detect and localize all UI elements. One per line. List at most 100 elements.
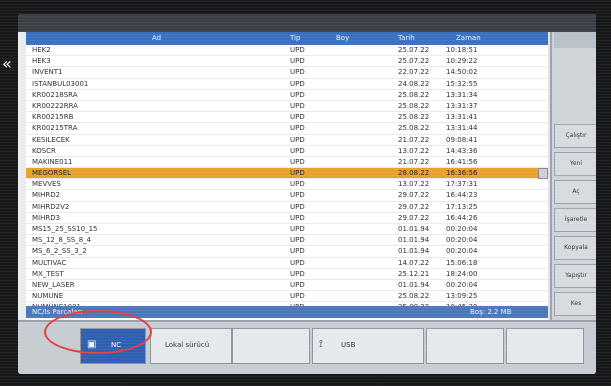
row-time: 16:44:26	[446, 213, 478, 222]
row-time: 16:41:56	[446, 157, 478, 166]
row-name: NUMUNE	[32, 292, 64, 301]
right-softkey-1[interactable]: Çalıştır	[554, 124, 596, 148]
softkey-empty-3[interactable]	[506, 328, 584, 364]
table-row[interactable]: INVENT1 UPD 22.07.22 14:50:02	[26, 67, 548, 79]
table-row[interactable]: MAKINE011 UPD 21.07.22 16:41:56	[26, 157, 548, 169]
row-time: 17:13:25	[446, 202, 478, 211]
row-name: HEK2	[32, 46, 51, 54]
row-type: UPD	[290, 202, 305, 211]
row-time: 13:09:25	[446, 292, 478, 301]
file-table: Ad Tip Boy Tarih Zaman HEK2 UPD 25.07.22 10…	[26, 32, 548, 322]
table-row[interactable]: HEK2 UPD 25.07.22 10:18:51	[26, 45, 548, 57]
softkey-empty-2[interactable]	[426, 328, 504, 364]
header-name[interactable]: Ad	[152, 34, 161, 42]
row-date: 25.07.22	[398, 57, 430, 66]
row-date: 25.08.22	[398, 124, 430, 133]
row-name: INVENT1	[32, 68, 63, 77]
right-softkey-label: Yapıştır	[565, 272, 587, 279]
row-type: UPD	[290, 68, 305, 77]
row-name: MS15_25_SS10_15	[32, 225, 98, 233]
table-row[interactable]: MX_TEST UPD 25.12.21 18:24:00	[26, 269, 548, 280]
right-softkey-4[interactable]: İşaretle	[554, 208, 596, 232]
table-row[interactable]: NEW_LASER UPD 01.01.94 00:20:04	[26, 280, 548, 292]
row-date: 22.07.22	[398, 68, 430, 77]
row-date: 21.07.22	[398, 157, 430, 166]
row-time: 09:08:41	[446, 135, 478, 144]
table-row[interactable]: KR00222RRA UPD 25.08.22 13:31:37	[26, 101, 548, 113]
row-date: 25.07.22	[398, 46, 430, 54]
table-row[interactable]: KR00218SRA UPD 25.08.22 13:31:34	[26, 90, 548, 101]
row-time: 16:36:56	[446, 169, 478, 178]
right-softkey-label: Kopyala	[564, 244, 588, 251]
row-time: 17:37:31	[446, 180, 478, 189]
row-date: 13.07.22	[398, 180, 430, 189]
row-name: KR00222RRA	[32, 101, 78, 110]
right-softkey-5[interactable]: Kopyala	[554, 236, 596, 260]
right-softkey-2[interactable]: Yeni	[554, 152, 596, 176]
row-name: KESILECEK	[32, 135, 70, 144]
table-row[interactable]: MEVVES UPD 13.07.22 17:37:31	[26, 179, 548, 191]
row-time: 15:32:55	[446, 79, 478, 88]
row-time: 13:31:37	[446, 101, 478, 110]
table-row[interactable]: MIHRD2 UPD 29.07.22 16:44:23	[26, 190, 548, 202]
row-time: 10:18:51	[446, 46, 478, 54]
header-time[interactable]: Zaman	[456, 34, 481, 42]
usb-icon: ⟟	[319, 339, 323, 350]
row-date: 01.01.94	[398, 247, 430, 256]
table-row[interactable]: MS_6_2_SS_3_2 UPD 01.01.94 00:20:04	[26, 246, 548, 258]
usb-softkey-button[interactable]: ⟟ USB	[312, 328, 424, 364]
right-softkey-panel: Çalıştır Yeni Aç İşaretle Kopyala Yapıştır Kes…	[550, 32, 596, 344]
row-date: 28.08.22	[398, 169, 430, 178]
table-row[interactable]: HEK3 UPD 25.07.22 10:29:22	[26, 56, 548, 68]
collapse-arrows-icon[interactable]: «	[2, 54, 12, 73]
table-row[interactable]: MS_12_8_SS_8_4 UPD 01.01.94 00:20:04	[26, 235, 548, 247]
row-name: MULTIVAC	[32, 258, 67, 267]
table-row[interactable]: MEGORSEL UPD 28.08.22 16:36:56	[26, 168, 548, 180]
row-name: MEVVES	[32, 180, 61, 189]
header-date[interactable]: Tarih	[398, 34, 415, 42]
table-row[interactable]: MULTIVAC UPD 14.07.22 15:06:18	[26, 258, 548, 269]
row-date: 25.12.21	[398, 269, 430, 278]
local-drive-softkey-button[interactable]: Lokal sürücü	[150, 328, 232, 364]
row-name: MS_6_2_SS_3_2	[32, 247, 87, 256]
table-row[interactable]: KR00215TRA UPD 25.08.22 13:31:44	[26, 123, 548, 135]
table-row[interactable]: MIHRD3 UPD 29.07.22 16:44:26	[26, 213, 548, 224]
local-drive-label: Lokal sürücü	[165, 341, 210, 349]
selection-indicator	[538, 168, 548, 180]
row-date: 14.07.22	[398, 258, 430, 267]
row-date: 29.07.22	[398, 213, 430, 222]
table-row[interactable]: KOSCR UPD 13.07.22 14:43:36	[26, 146, 548, 157]
row-date: 01.01.94	[398, 236, 430, 245]
row-name: KR00215RB	[32, 113, 74, 122]
table-row[interactable]: NUMUNE UPD 25.08.22 13:09:25	[26, 291, 548, 303]
row-date: 24.08.22	[398, 79, 430, 88]
row-date: 01.01.94	[398, 225, 430, 233]
row-type: UPD	[290, 169, 305, 178]
row-type: UPD	[290, 46, 305, 54]
row-date: 25.08.22	[398, 113, 430, 122]
row-name: KR00218SRA	[32, 90, 78, 99]
row-name: MIHRD3	[32, 213, 61, 222]
row-type: UPD	[290, 247, 305, 256]
right-softkey-7[interactable]: Kes	[554, 292, 596, 316]
table-row[interactable]: KESILECEK UPD 21.07.22 09:08:41	[26, 135, 548, 146]
row-time: 00:20:04	[446, 247, 478, 256]
right-softkey-6[interactable]: Yapıştır	[554, 264, 596, 288]
table-row[interactable]: MIHRD2V2 UPD 29.07.22 17:13:25	[26, 202, 548, 213]
table-row[interactable]: KR00215RB UPD 25.08.22 13:31:41	[26, 112, 548, 124]
row-type: UPD	[290, 79, 305, 88]
table-row[interactable]: ISTANBUL03001 UPD 24.08.22 15:32:55	[26, 79, 548, 90]
row-type: UPD	[290, 146, 305, 155]
header-type[interactable]: Tip	[290, 34, 300, 42]
row-date: 01.01.94	[398, 280, 430, 289]
row-time: 00:20:04	[446, 236, 478, 245]
row-time: 10:29:22	[446, 57, 478, 66]
table-row[interactable]: MS15_25_SS10_15 UPD 01.01.94 00:20:04	[26, 224, 548, 236]
softkey-empty-1[interactable]	[232, 328, 310, 364]
row-date: 25.08.22	[398, 292, 430, 301]
row-name: MIHRD2V2	[32, 202, 70, 211]
header-size[interactable]: Boy	[336, 34, 349, 42]
right-softkey-3[interactable]: Aç	[554, 180, 596, 204]
row-type: UPD	[290, 101, 305, 110]
row-type: UPD	[290, 157, 305, 166]
